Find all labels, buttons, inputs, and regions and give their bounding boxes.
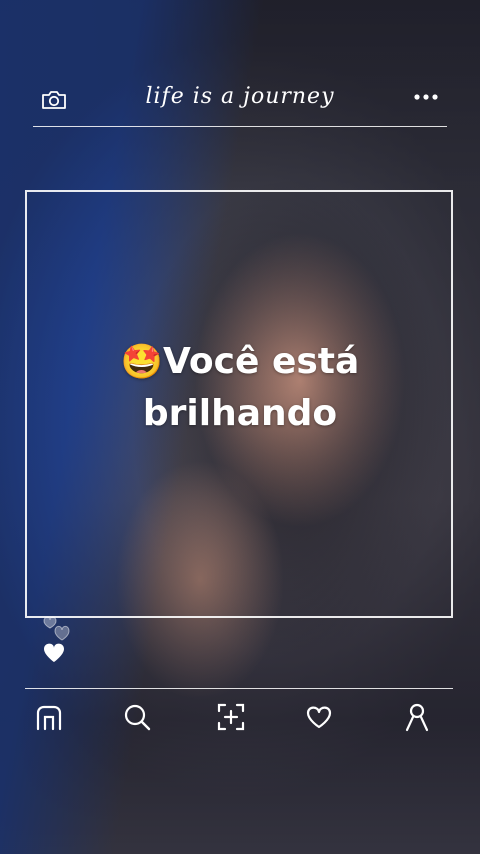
heart-icon[interactable] — [303, 701, 335, 733]
caption-line-2: brilhando — [142, 393, 338, 434]
search-icon[interactable] — [121, 701, 153, 733]
heart-outline-icon-2 — [54, 625, 70, 641]
add-post-icon[interactable] — [215, 701, 247, 733]
heart-filled-icon — [44, 643, 64, 662]
floating-hearts — [43, 616, 70, 662]
brand-title: life is a journey — [145, 84, 335, 109]
caption-text: 🤩Você está brilhando — [0, 336, 480, 440]
home-icon[interactable] — [33, 701, 65, 733]
caption-line-1: Você está — [163, 341, 360, 382]
top-bar: life is a journey — [33, 78, 447, 127]
star-struck-emoji: 🤩 — [120, 342, 164, 382]
more-dots-icon[interactable] — [413, 92, 439, 102]
heart-outline-icon — [43, 616, 57, 629]
profile-icon[interactable] — [401, 701, 433, 733]
bottom-nav — [25, 688, 453, 747]
